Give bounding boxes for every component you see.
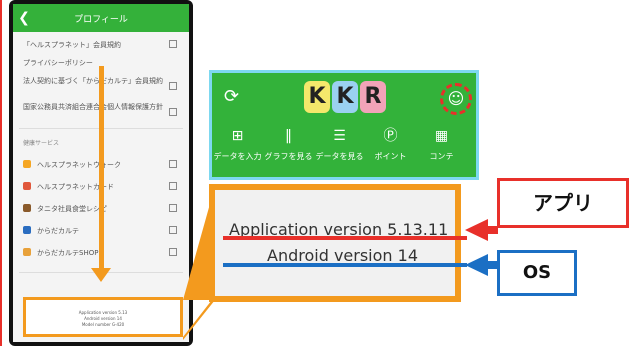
sync-icon[interactable]: ⟳ [224, 87, 244, 107]
back-chevron-icon[interactable]: ❮ [13, 10, 35, 26]
phone-header: ❮ プロフィール [13, 4, 189, 32]
phone-header-title: プロフィール [74, 14, 128, 25]
shop-icon [23, 248, 31, 256]
os-version-underline [223, 263, 467, 267]
list-item-label: プライバシーポリシー [23, 59, 93, 67]
karte-icon [23, 226, 31, 234]
nav-label: ポイント [374, 152, 407, 161]
list-icon: ☰ [333, 128, 346, 144]
list-item-label: からだカルテSHOP [37, 249, 99, 257]
app-nav-bar: ⊞ データを入力 ‖ グラフを見る ☰ データを見る Ⓟ ポイント ▦ コンテ [212, 125, 476, 177]
external-link-icon [169, 108, 177, 116]
nav-view-data[interactable]: ☰ データを見る [314, 125, 365, 177]
phone-version-highlight: Application version 5.13 Android version… [23, 297, 183, 337]
nav-points[interactable]: Ⓟ ポイント [365, 125, 416, 177]
external-link-icon [169, 226, 177, 234]
recipe-icon [23, 204, 31, 212]
external-link-icon [169, 160, 177, 168]
external-link-icon [169, 182, 177, 190]
walk-icon [23, 160, 31, 168]
external-link-icon [169, 40, 177, 48]
list-item-label: タニタ社員食堂レシピ [37, 205, 107, 213]
plus-square-icon: ⊞ [231, 128, 244, 144]
nav-input-data[interactable]: ⊞ データを入力 [212, 125, 263, 177]
logo-letter: K [304, 81, 330, 113]
profile-settings-icon[interactable]: ☺ [440, 83, 472, 115]
tiny-model-number: Model number G-420 [81, 322, 125, 327]
nav-label: データを見る [315, 152, 364, 161]
nav-label: グラフを見る [264, 152, 313, 161]
section-label: 健康サービス [23, 140, 60, 147]
external-link-icon [169, 248, 177, 256]
list-item-label: ヘルスプラネットウォーク [37, 161, 121, 169]
app-header-zoom: ⟳ K K R ☺ ⊞ データを入力 ‖ グラフを見る ☰ データを見る Ⓟ ポ… [209, 70, 479, 180]
blue-arrow [465, 254, 498, 276]
version-zoom-box: Application version 5.13.11 Android vers… [209, 184, 461, 302]
point-icon: Ⓟ [383, 128, 398, 144]
list-item-label: 法人契約に基づく「からだカルテ」会員規約 [23, 77, 163, 85]
external-link-icon [169, 204, 177, 212]
logo-letter: K [332, 81, 358, 113]
list-item-label: 「ヘルスプラネット」会員規約 [23, 41, 121, 49]
left-red-border [0, 0, 2, 346]
grid-icon: ▦ [434, 128, 449, 144]
os-callout-label: OS [497, 250, 577, 296]
bar-chart-icon: ‖ [285, 128, 292, 144]
annotated-screenshot: ❮ プロフィール 「ヘルスプラネット」会員規約 プライバシーポリシー 法人契約に… [0, 0, 634, 346]
card-icon [23, 182, 31, 190]
list-item-label: からだカルテ [37, 227, 79, 235]
external-link-icon [169, 82, 177, 90]
nav-label: データを入力 [213, 152, 262, 161]
nav-graph[interactable]: ‖ グラフを見る [263, 125, 314, 177]
red-arrow [465, 219, 498, 241]
app-top-bar: ⟳ K K R ☺ [212, 73, 476, 125]
app-version-underline [223, 236, 467, 240]
kkr-logo: K K R [304, 81, 388, 115]
down-arrow-shaft [99, 66, 104, 276]
logo-letter: R [360, 81, 386, 113]
nav-label: コンテ [429, 152, 454, 161]
down-arrow-head [91, 268, 111, 282]
nav-contents[interactable]: ▦ コンテ [416, 125, 467, 177]
list-item-label: 国家公務員共済組合連合会個人情報保護方針 [23, 103, 163, 111]
app-callout-label: アプリ [497, 178, 629, 228]
